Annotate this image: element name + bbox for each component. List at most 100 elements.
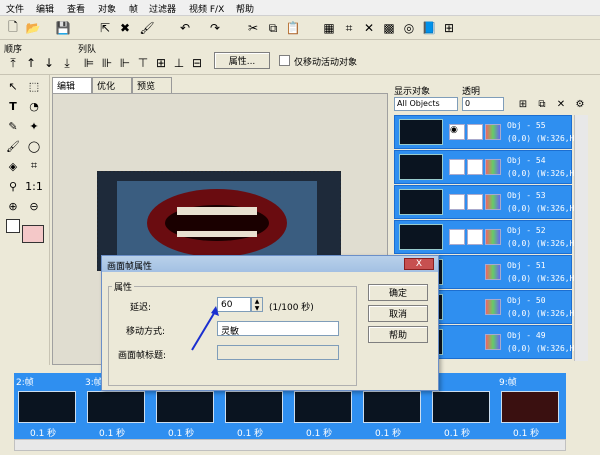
info-icon[interactable]: ⊞	[440, 19, 458, 37]
menu-frame[interactable]: 帧	[129, 2, 138, 15]
menu-help[interactable]: 帮助	[236, 2, 254, 15]
menu-object[interactable]: 对象	[98, 2, 116, 15]
align-center-icon[interactable]: ⊪	[98, 54, 116, 72]
tab-preview[interactable]: 预览	[132, 77, 172, 93]
object-thumbnail	[399, 119, 443, 145]
crop-tool-icon[interactable]: ⌗	[25, 157, 43, 175]
help-button[interactable]: 帮助	[368, 326, 428, 343]
cut-icon[interactable]: ✂	[244, 19, 262, 37]
grid-icon[interactable]: ▦	[320, 19, 338, 37]
objects-filter-select[interactable]: All Objects	[394, 97, 458, 111]
frames-scrollbar[interactable]	[14, 439, 566, 451]
background-color-swatch[interactable]	[22, 225, 44, 243]
align-bottom-icon[interactable]: ⊥	[170, 54, 188, 72]
fill-bucket-icon[interactable]: ◈	[4, 157, 22, 175]
tab-optimize[interactable]: 优化	[92, 77, 132, 93]
dialog-close-button[interactable]: X	[404, 258, 434, 270]
frame-delay: 0.1 秒	[375, 429, 402, 439]
menu-edit[interactable]: 编辑	[36, 2, 54, 15]
objects-scrollbar[interactable]	[574, 115, 588, 361]
frame-delay: 0.1 秒	[306, 429, 333, 439]
zoom-in-icon[interactable]: ⊕	[4, 197, 22, 215]
move-mode-select[interactable]: 灵敏	[217, 321, 339, 337]
tab-edit[interactable]: 编辑	[52, 77, 92, 93]
align-top-icon[interactable]: ⊤	[134, 54, 152, 72]
menu-filter[interactable]: 过滤器	[149, 2, 176, 15]
select-tool-icon[interactable]: ⬚	[25, 77, 43, 95]
paintbrush-icon[interactable]: 🖌	[4, 137, 22, 155]
frame-delay: 0.1 秒	[237, 429, 264, 439]
frame-cell[interactable]: 2:帧 0.1 秒	[14, 373, 83, 439]
eyedropper-icon[interactable]: ⚲	[4, 177, 22, 195]
move-mode-label: 移动方式:	[126, 327, 166, 337]
move-only-label: 仅移动活动对象	[294, 58, 358, 68]
menu-video-fx[interactable]: 视频 F/X	[189, 2, 224, 15]
move-up-icon[interactable]: ↑	[22, 54, 40, 72]
menu-file[interactable]: 文件	[6, 2, 24, 15]
color-icon[interactable]: ▩	[380, 19, 398, 37]
close-icon[interactable]: ✖	[116, 19, 134, 37]
new-object-icon[interactable]: ⊞	[514, 95, 532, 113]
rotate-tool-icon[interactable]: ◔	[25, 97, 43, 115]
cancel-button[interactable]: 取消	[368, 305, 428, 322]
eye-toggle[interactable]	[449, 194, 465, 210]
move-bottom-icon[interactable]: ⤓	[58, 54, 76, 72]
eye-toggle[interactable]	[449, 159, 465, 175]
text-tool-icon[interactable]: T	[4, 97, 22, 115]
ok-button[interactable]: 确定	[368, 284, 428, 301]
brush-icon[interactable]: 🖌	[138, 19, 156, 37]
delay-spinner[interactable]: ▲ ▼	[251, 297, 263, 312]
lock-toggle[interactable]	[467, 229, 483, 245]
object-label: Obj - 49 (0,0) (W:326,H:	[507, 331, 580, 353]
help-book-icon[interactable]: 📘	[420, 19, 438, 37]
delay-input[interactable]: 60	[217, 297, 251, 312]
new-file-icon[interactable]: 🗋	[4, 19, 22, 37]
frame-cell[interactable]: 9:帧 0.1 秒	[497, 373, 566, 439]
save-icon[interactable]: 💾	[54, 19, 72, 37]
move-top-icon[interactable]: ⤒	[4, 54, 22, 72]
align-left-icon[interactable]: ⊫	[80, 54, 98, 72]
frame-properties-dialog: 画面帧属性 X 属性 延迟: 60 ▲ ▼ (1/100 秒) 移动方式: 灵敏 …	[101, 255, 439, 391]
crop-icon[interactable]: ⌗	[340, 19, 358, 37]
copy-icon[interactable]: ⧉	[264, 19, 282, 37]
lock-toggle[interactable]	[467, 124, 483, 140]
redo-icon[interactable]: ↷	[206, 19, 224, 37]
move-down-icon[interactable]: ↓	[40, 54, 58, 72]
transparency-input[interactable]: 0	[462, 97, 504, 111]
frame-title-input[interactable]	[217, 345, 339, 360]
lock-toggle[interactable]	[467, 194, 483, 210]
align-right-icon[interactable]: ⊩	[116, 54, 134, 72]
properties-button[interactable]: 属性...	[214, 52, 270, 69]
menu-view[interactable]: 查看	[67, 2, 85, 15]
menu-bar: 文件 编辑 查看 对象 帧 过滤器 视频 F/X 帮助	[0, 0, 600, 16]
magic-wand-icon[interactable]: ✦	[25, 117, 43, 135]
duplicate-object-icon[interactable]: ⧉	[533, 95, 551, 113]
object-row[interactable]: Obj - 52 (0,0) (W:326,H:	[394, 220, 579, 254]
zoom-out-icon[interactable]: ⊖	[25, 197, 43, 215]
pencil-tool-icon[interactable]: ✎	[4, 117, 22, 135]
open-folder-icon[interactable]: 📂	[24, 19, 42, 37]
delete-icon[interactable]: ✕	[360, 19, 378, 37]
lasso-icon[interactable]: ◯	[25, 137, 43, 155]
import-icon[interactable]: ⇱	[96, 19, 114, 37]
eye-toggle[interactable]	[449, 229, 465, 245]
palette-icon	[485, 124, 501, 140]
delete-object-icon[interactable]: ✕	[552, 95, 570, 113]
pointer-tool-icon[interactable]: ↖	[4, 77, 22, 95]
distribute-icon[interactable]: ⊟	[188, 54, 206, 72]
object-row[interactable]: Obj - 53 (0,0) (W:326,H:	[394, 185, 579, 219]
foreground-color-swatch[interactable]	[6, 219, 20, 233]
web-icon[interactable]: ◎	[400, 19, 418, 37]
paste-icon[interactable]: 📋	[284, 19, 302, 37]
eye-icon[interactable]: ◉	[449, 124, 465, 140]
move-only-checkbox[interactable]	[279, 55, 290, 66]
undo-icon[interactable]: ↶	[176, 19, 194, 37]
lock-toggle[interactable]	[467, 159, 483, 175]
annotation-arrow	[191, 306, 219, 351]
object-row[interactable]: Obj - 54 (0,0) (W:326,H:	[394, 150, 579, 184]
frame-thumbnail	[156, 391, 214, 423]
actual-size-icon[interactable]: 1:1	[25, 177, 43, 195]
align-middle-icon[interactable]: ⊞	[152, 54, 170, 72]
object-row[interactable]: ◉ Obj - 55 (0,0) (W:326,H:	[394, 115, 579, 149]
object-settings-icon[interactable]: ⚙	[571, 95, 589, 113]
